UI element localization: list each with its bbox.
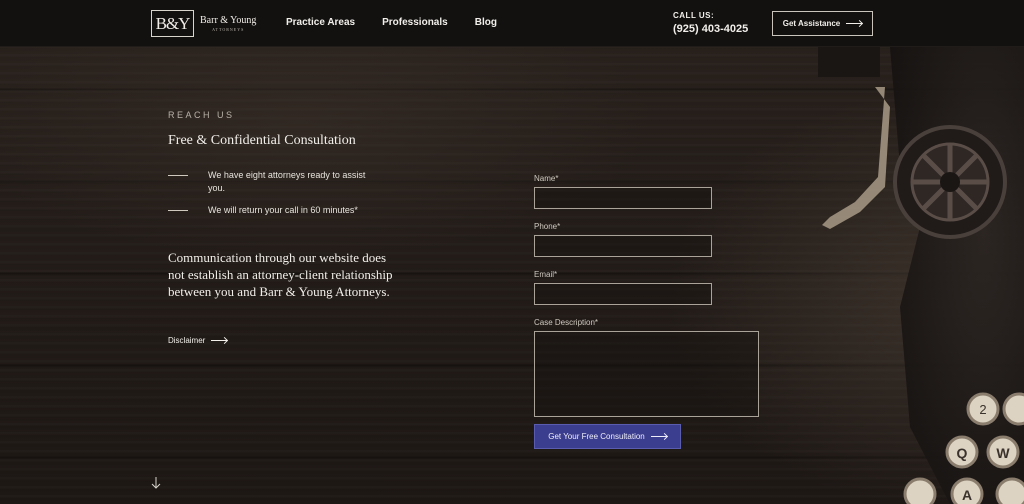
arrow-down-icon[interactable] xyxy=(150,476,162,490)
bullet-line-icon xyxy=(168,175,188,176)
logo-mark: B&Y xyxy=(151,10,194,37)
main-nav: Practice Areas Professionals Blog xyxy=(286,17,524,28)
phone-label: Phone* xyxy=(534,222,561,231)
nav-professionals[interactable]: Professionals xyxy=(382,17,448,28)
typewriter-image: 2 Q W A xyxy=(818,47,1024,504)
disclaimer-label: Disclaimer xyxy=(168,336,206,345)
case-description-field[interactable] xyxy=(534,331,759,417)
arrow-right-icon xyxy=(846,23,863,24)
bullet-line-icon xyxy=(168,210,188,211)
nav-practice-areas[interactable]: Practice Areas xyxy=(286,17,355,28)
call-us-label: CALL US: xyxy=(673,11,715,20)
get-assistance-label: Get Assistance xyxy=(782,19,841,28)
section-eyebrow: REACH US xyxy=(168,110,235,120)
name-label: Name* xyxy=(534,174,559,183)
key-a: A xyxy=(962,487,972,503)
call-us: CALL US: (925) 403-4025 xyxy=(673,11,748,35)
submit-label: Get Your Free Consultation xyxy=(548,432,645,441)
key-2: 2 xyxy=(979,402,986,417)
logo-name: Barr & Young xyxy=(200,14,257,26)
key-q: Q xyxy=(957,445,968,461)
disclaimer-link[interactable]: Disclaimer xyxy=(168,336,228,345)
logo[interactable]: B&Y Barr & Young ATTORNEYS xyxy=(151,10,256,37)
name-field[interactable] xyxy=(534,187,712,209)
email-label: Email* xyxy=(534,270,558,279)
arrow-right-icon xyxy=(211,340,228,341)
phone-field[interactable] xyxy=(534,235,712,257)
site-header: B&Y Barr & Young ATTORNEYS Practice Area… xyxy=(0,0,1024,47)
arrow-right-icon xyxy=(650,436,667,437)
bullet-text: We have eight attorneys ready to assist … xyxy=(208,170,366,193)
get-assistance-button[interactable]: Get Assistance xyxy=(772,11,873,36)
case-description-label: Case Description* xyxy=(534,318,599,327)
bullet-text: We will return your call in 60 minutes* xyxy=(208,205,358,215)
nav-blog[interactable]: Blog xyxy=(475,17,497,28)
list-item: We have eight attorneys ready to assist … xyxy=(168,169,388,195)
legal-notice: Communication through our website does n… xyxy=(168,250,393,299)
key-w: W xyxy=(996,445,1010,461)
logo-sub: ATTORNEYS xyxy=(212,26,245,32)
submit-consultation-button[interactable]: Get Your Free Consultation xyxy=(534,424,681,449)
section-title: Free & Confidential Consultation xyxy=(168,133,356,148)
list-item: We will return your call in 60 minutes* xyxy=(168,204,388,217)
email-field[interactable] xyxy=(534,283,712,305)
phone-number-link[interactable]: (925) 403-4025 xyxy=(673,23,748,35)
